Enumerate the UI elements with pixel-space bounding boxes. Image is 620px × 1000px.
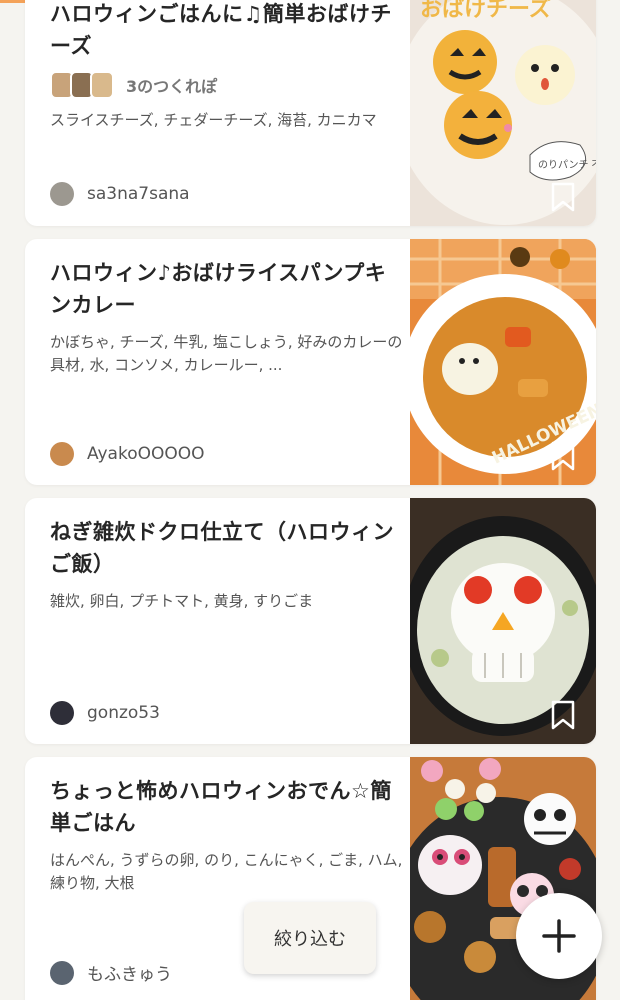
author-name: AyakoOOOOO [87, 444, 205, 464]
recipe-author[interactable]: gonzo53 [50, 701, 160, 725]
tsukurepo-summary[interactable]: 3のつくれぽ [50, 71, 405, 99]
bookmark-icon[interactable] [550, 182, 576, 212]
recipe-photo[interactable] [410, 498, 596, 744]
plus-icon [542, 919, 576, 953]
recipe-text: ハロウィン♪おばけライスパンプキンカレー かぼちゃ, チーズ, 牛乳, 塩こしょ… [50, 239, 405, 485]
recipe-title[interactable]: ハロウィン♪おばけライスパンプキンカレー [50, 257, 405, 321]
recipe-ingredients: はんぺん, うずらの卵, のり, こんにゃく, ごま, ハム, 練り物, 大根 [50, 851, 403, 892]
author-name: もふきゅう [87, 965, 172, 985]
bookmark-icon[interactable] [550, 700, 576, 730]
recipe-photo[interactable]: HALLOWEEN [410, 239, 596, 485]
author-name: sa3na7sana [87, 184, 190, 204]
recipe-ingredients: かぼちゃ, チーズ, 牛乳, 塩こしょう, 好みのカレーの具材, 水, コンソメ… [50, 333, 403, 374]
recipe-card[interactable]: ねぎ雑炊ドクロ仕立て（ハロウィンご飯） 雑炊, 卵白, プチトマト, 黄身, す… [25, 498, 596, 744]
recipe-author[interactable]: sa3na7sana [50, 182, 190, 206]
photo-bubble-text: のりパンチ 不要 [538, 159, 596, 171]
avatar [50, 442, 74, 466]
recipe-photo[interactable]: おばけチーズ のりパンチ 不要 [410, 0, 596, 226]
tsukurepo-thumbs [50, 71, 114, 99]
recipe-title[interactable]: ちょっと怖めハロウィンおでん☆簡単ごはん [50, 775, 405, 839]
recipe-card[interactable]: ハロウィンごはんに♫簡単おばけチーズ 3のつくれぽ スライスチーズ, チェダーチ… [25, 0, 596, 226]
photo-banner-text: おばけチーズ [420, 0, 551, 22]
recipe-card[interactable]: ハロウィン♪おばけライスパンプキンカレー かぼちゃ, チーズ, 牛乳, 塩こしょ… [25, 239, 596, 485]
avatar [50, 182, 74, 206]
recipe-author[interactable]: AyakoOOOOO [50, 442, 205, 466]
author-name: gonzo53 [87, 703, 160, 723]
recipe-ingredients: スライスチーズ, チェダーチーズ, 海苔, カニカマ [50, 111, 377, 129]
recipe-author[interactable]: もふきゅう [50, 960, 172, 985]
avatar [50, 960, 74, 985]
bookmark-icon[interactable] [550, 441, 576, 471]
recipe-text: ハロウィンごはんに♫簡単おばけチーズ 3のつくれぽ スライスチーズ, チェダーチ… [50, 0, 405, 226]
recipe-text: ねぎ雑炊ドクロ仕立て（ハロウィンご飯） 雑炊, 卵白, プチトマト, 黄身, す… [50, 498, 405, 744]
add-recipe-button[interactable] [516, 893, 602, 979]
recipe-title[interactable]: ハロウィンごはんに♫簡単おばけチーズ [50, 0, 405, 62]
recipe-ingredients: 雑炊, 卵白, プチトマト, 黄身, すりごま [50, 592, 314, 610]
avatar [50, 701, 74, 725]
filter-button[interactable]: 絞り込む [244, 902, 376, 974]
recipe-title[interactable]: ねぎ雑炊ドクロ仕立て（ハロウィンご飯） [50, 516, 405, 580]
tsukurepo-count: 3のつくれぽ [126, 77, 218, 96]
